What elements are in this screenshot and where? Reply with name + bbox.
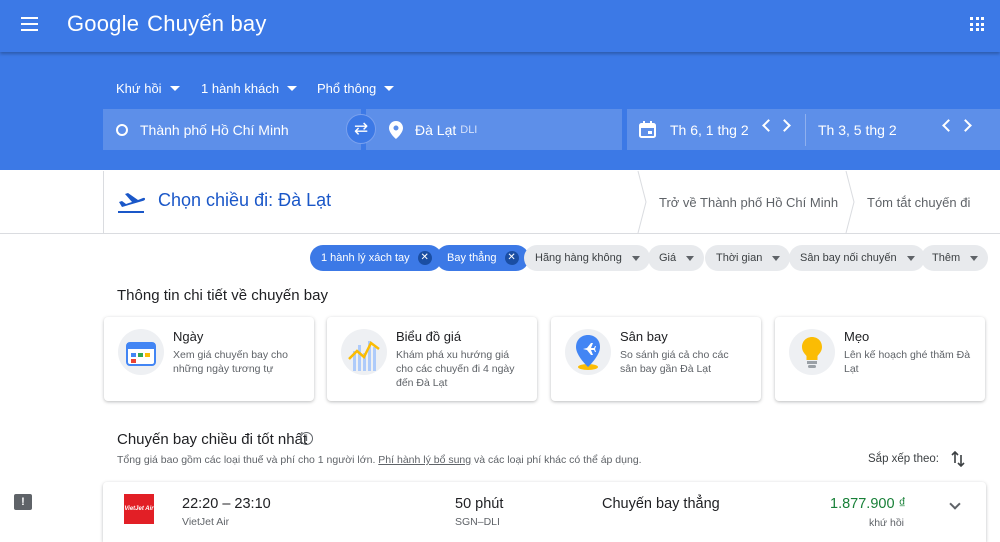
insight-card-dates[interactable]: Ngày Xem giá chuyến bay cho những ngày tư… — [104, 317, 314, 401]
filter-connecting-airports[interactable]: Sân bay nối chuyến — [789, 245, 925, 271]
departure-plane-icon — [118, 193, 145, 213]
price-note: Tổng giá bao gồm các loại thuế và phí ch… — [117, 454, 642, 466]
flight-duration: 50 phút — [455, 496, 504, 512]
baggage-fees-link[interactable]: Phí hành lý bổ sung — [378, 454, 471, 466]
chip-label: Thêm — [932, 252, 961, 264]
flight-stops: Chuyến bay thẳng — [602, 496, 720, 512]
outbound-step-title: Chọn chiều đi: Đà Lạt — [158, 190, 332, 210]
destination-field[interactable]: Đà Lạt DLI — [366, 109, 622, 150]
caret-down-icon — [169, 86, 180, 91]
price-graph-icon — [341, 329, 387, 375]
chip-label: Bay thẳng — [447, 252, 497, 264]
airline-logo: VietJet Air — [124, 494, 154, 524]
date-divider — [805, 114, 806, 146]
chip-label: 1 hành lý xách tay — [321, 252, 410, 264]
sort-icon[interactable] — [951, 451, 965, 467]
passengers-label: 1 hành khách — [201, 81, 280, 96]
apps-grid-icon[interactable] — [970, 17, 984, 31]
best-flights-title: Chuyến bay chiều đi tốt nhất — [117, 431, 308, 448]
return-step[interactable]: Trở về Thành phố Hồ Chí Minh — [659, 195, 838, 210]
expand-chevron-icon[interactable] — [949, 498, 961, 510]
flight-times: 22:20 – 23:10 — [182, 496, 271, 512]
insight-card-tips[interactable]: Mẹo Lên kế hoạch ghé thăm Đà Lạt — [775, 317, 985, 401]
destination-value: Đà Lạt — [415, 121, 457, 138]
depart-date-value: Th 6, 1 thg 2 — [670, 121, 749, 138]
cabin-class-label: Phổ thông — [317, 81, 377, 96]
return-next-chevron-icon[interactable] — [959, 119, 972, 132]
filter-price[interactable]: Giá — [648, 245, 705, 271]
filter-times[interactable]: Thời gian — [705, 245, 791, 271]
dates-field[interactable]: Th 6, 1 thg 2 Th 3, 5 thg 2 — [627, 109, 1000, 150]
passengers-select[interactable]: 1 hành khách — [201, 81, 298, 96]
flight-price: 1.877.900 ₫ — [830, 496, 906, 512]
logo[interactable]: Google Chuyến bay — [67, 11, 267, 37]
chip-label: Thời gian — [716, 252, 763, 264]
caret-down-icon — [970, 255, 979, 261]
filter-airlines[interactable]: Hãng hàng không — [524, 245, 650, 271]
app-bar: Google Chuyến bay — [0, 0, 1000, 52]
destination-code: DLI — [460, 123, 478, 136]
caret-down-icon — [772, 255, 781, 261]
card-description: So sánh giá cả cho các sân bay gần Đà Lạt — [620, 349, 729, 375]
flight-result-row[interactable]: VietJet Air 22:20 – 23:10 VietJet Air 50… — [103, 482, 986, 542]
card-description: Lên kế hoạch ghé thăm Đà Lạt — [844, 349, 971, 375]
summary-step[interactable]: Tóm tắt chuyến đi — [867, 195, 970, 210]
location-pin-icon — [389, 120, 403, 139]
flight-route: SGN–DLI — [455, 516, 500, 528]
card-title: Sân bay — [620, 329, 668, 344]
remove-filter-icon[interactable]: ✕ — [417, 251, 432, 265]
origin-circle-icon — [116, 123, 128, 136]
swap-locations-button[interactable]: ⇄ — [346, 114, 376, 144]
card-title: Mẹo — [844, 329, 870, 344]
calendar-icon — [118, 329, 164, 375]
step-divider — [637, 171, 647, 233]
feedback-icon[interactable]: ! — [14, 494, 32, 510]
caret-down-icon — [384, 86, 395, 91]
cabin-class-select[interactable]: Phổ thông — [317, 81, 395, 96]
remove-filter-icon[interactable]: ✕ — [504, 251, 519, 265]
search-panel: Khứ hồi 1 hành khách Phổ thông Thành phố… — [0, 52, 1000, 170]
depart-prev-chevron-icon[interactable] — [762, 119, 775, 132]
card-title: Biểu đồ giá — [396, 329, 462, 344]
filter-chip-nonstop[interactable]: Bay thẳng ✕ — [436, 245, 529, 271]
insights-title: Thông tin chi tiết về chuyến bay — [117, 287, 328, 304]
chip-label: Sân bay nối chuyến — [800, 252, 897, 264]
card-description: Khám phá xu hướng giá cho các chuyến đi 4… — [396, 349, 515, 389]
insight-card-price-graph[interactable]: Biểu đồ giá Khám phá xu hướng giá cho các… — [327, 317, 537, 401]
caret-down-icon — [686, 255, 695, 261]
trip-type-label: Khứ hồi — [116, 81, 162, 96]
airport-pin-icon — [565, 329, 611, 375]
calendar-icon — [639, 121, 656, 138]
origin-value: Thành phố Hồ Chí Minh — [140, 121, 289, 138]
filter-more[interactable]: Thêm — [921, 245, 989, 271]
google-logo-text: Google — [67, 11, 140, 36]
card-description: Xem giá chuyến bay cho những ngày tương t… — [173, 349, 288, 375]
depart-next-chevron-icon[interactable] — [778, 119, 791, 132]
menu-icon[interactable] — [21, 17, 38, 31]
price-type: khứ hồi — [868, 517, 904, 529]
origin-field[interactable]: Thành phố Hồ Chí Minh — [103, 109, 361, 150]
return-prev-chevron-icon[interactable] — [942, 119, 955, 132]
chip-label: Hãng hàng không — [535, 252, 622, 264]
product-name: Chuyến bay — [147, 11, 267, 36]
caret-down-icon — [287, 86, 298, 91]
info-icon[interactable]: i — [300, 432, 313, 445]
caret-down-icon — [906, 255, 915, 261]
swap-arrows-icon: ⇄ — [353, 119, 369, 138]
chip-label: Giá — [659, 252, 677, 264]
caret-down-icon — [631, 255, 640, 261]
card-title: Ngày — [173, 329, 204, 344]
sort-label: Sắp xếp theo: — [868, 453, 939, 465]
trip-type-select[interactable]: Khứ hồi — [116, 81, 180, 96]
filter-chip-carry-on[interactable]: 1 hành lý xách tay ✕ — [310, 245, 442, 271]
return-date-value[interactable]: Th 3, 5 thg 2 — [818, 122, 897, 138]
insight-card-airports[interactable]: Sân bay So sánh giá cả cho các sân bay gầ… — [551, 317, 761, 401]
flight-airline: VietJet Air — [182, 516, 230, 528]
step-divider — [845, 171, 855, 233]
lightbulb-icon — [789, 329, 835, 375]
